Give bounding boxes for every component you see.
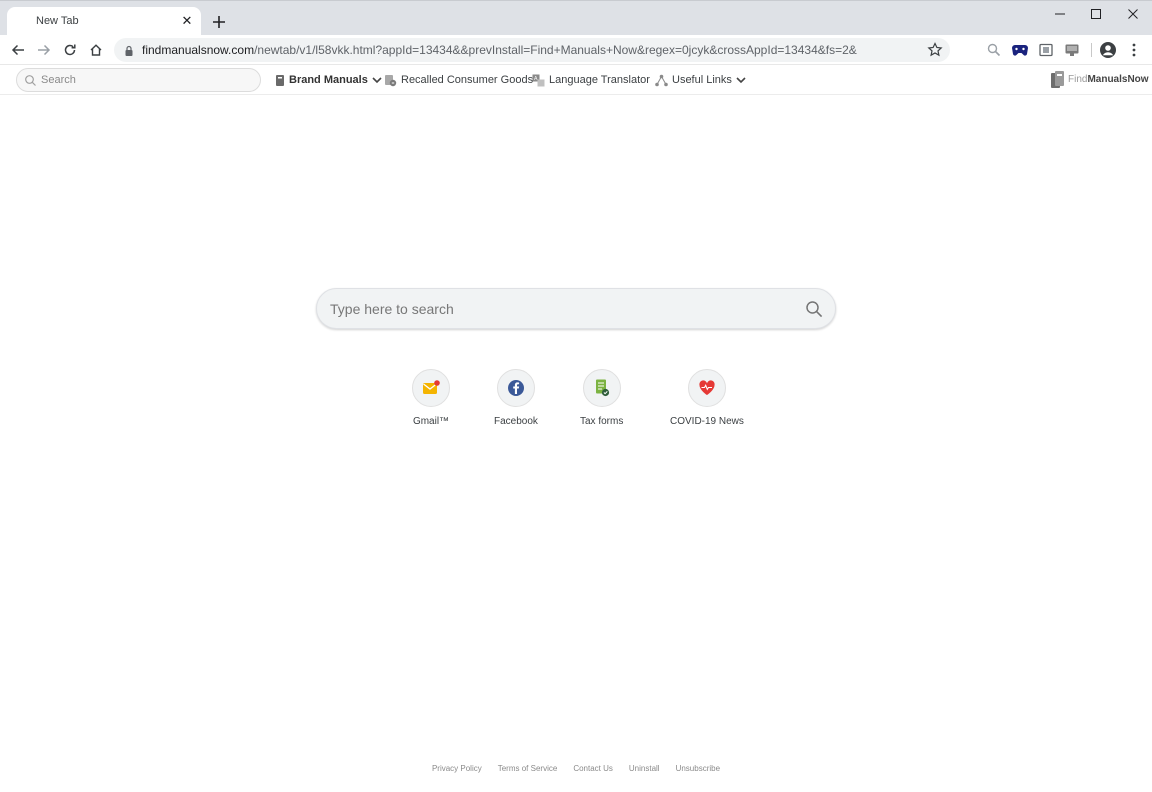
unsubscribe-link[interactable]: Unsubscribe	[676, 764, 720, 773]
toolbar-search-box	[16, 68, 261, 92]
shortcut-facebook[interactable]: Facebook	[494, 369, 538, 427]
home-icon[interactable]	[85, 39, 107, 61]
url-text: findmanualsnow.com/newtab/v1/l58vkk.html…	[142, 43, 857, 57]
chevron-down-icon	[736, 76, 746, 83]
gamepad-extension-icon[interactable]	[1011, 41, 1029, 59]
maximize-window-icon[interactable]	[1081, 4, 1111, 24]
shortcut-label: Facebook	[494, 416, 538, 427]
shortcut-covid-news[interactable]: COVID-19 News	[670, 369, 744, 427]
uninstall-link[interactable]: Uninstall	[629, 764, 660, 773]
back-arrow-icon[interactable]	[7, 39, 29, 61]
useful-links-dropdown[interactable]: Useful Links	[655, 72, 746, 88]
gmail-icon	[412, 369, 450, 407]
shortcut-label: Tax forms	[580, 416, 624, 427]
browser-menu-icon[interactable]	[1125, 41, 1143, 59]
tab-title: New Tab	[36, 15, 79, 27]
logo-text: FindManualsNow	[1068, 74, 1149, 85]
new-tab-plus-icon[interactable]	[209, 12, 229, 32]
shortcut-label: COVID-19 News	[670, 416, 744, 427]
minimize-window-icon[interactable]	[1045, 4, 1075, 24]
chevron-down-icon	[372, 76, 382, 83]
shortcut-tax-forms[interactable]: Tax forms	[580, 369, 623, 427]
brand-manuals-label: Brand Manuals	[289, 74, 368, 86]
reload-icon[interactable]	[59, 39, 81, 61]
manual-extension-icon[interactable]	[1037, 41, 1055, 59]
search-icon	[24, 74, 37, 87]
useful-links-label: Useful Links	[672, 74, 732, 86]
shortcut-gmail[interactable]: Gmail™	[412, 369, 450, 427]
logo-text-find: Find	[1068, 74, 1088, 85]
lock-icon	[123, 44, 135, 56]
tab-strip: New Tab ✕	[0, 0, 1152, 36]
recalled-consumer-goods-label: Recalled Consumer Goods	[401, 74, 534, 86]
contact-us-link[interactable]: Contact Us	[573, 764, 613, 773]
extension-toolbar: Brand Manuals Recalled Consumer Goods A …	[0, 65, 1152, 95]
toolbar-search-input[interactable]	[41, 72, 251, 88]
facebook-icon	[496, 369, 535, 407]
findmanualsnow-extension-icon[interactable]	[1063, 41, 1081, 59]
bookmark-star-icon[interactable]	[926, 41, 944, 59]
language-translator-label: Language Translator	[549, 74, 650, 86]
terms-of-service-link[interactable]: Terms of Service	[498, 764, 558, 773]
logo-text-manualsnow: ManualsNow	[1087, 74, 1149, 85]
recall-icon	[385, 74, 397, 86]
address-bar[interactable]: findmanualsnow.com/newtab/v1/l58vkk.html…	[114, 38, 950, 62]
privacy-policy-link[interactable]: Privacy Policy	[432, 764, 482, 773]
forward-arrow-icon[interactable]	[33, 39, 55, 61]
main-search-box	[316, 288, 836, 329]
main-search-input[interactable]	[330, 299, 800, 319]
url-path: /newtab/v1/l58vkk.html?appId=13434&&prev…	[254, 43, 857, 57]
shortcut-label: Gmail™	[412, 416, 450, 427]
footer-links: Privacy Policy Terms of Service Contact …	[0, 764, 1152, 773]
search-icon[interactable]	[805, 300, 823, 318]
translate-icon: A	[532, 74, 545, 86]
tax-forms-icon	[582, 369, 621, 407]
close-window-icon[interactable]	[1118, 4, 1148, 24]
recalled-consumer-goods-link[interactable]: Recalled Consumer Goods	[384, 72, 533, 88]
profile-avatar-icon[interactable]	[1099, 41, 1117, 59]
brand-manuals-dropdown[interactable]: Brand Manuals	[275, 72, 382, 88]
svg-text:A: A	[534, 76, 538, 82]
magnifier-extension-icon[interactable]	[985, 41, 1003, 59]
share-nodes-icon	[655, 74, 668, 86]
tab-new-tab[interactable]: New Tab ✕	[7, 7, 201, 36]
toolbar-divider	[1091, 43, 1092, 57]
url-domain: findmanualsnow.com	[142, 43, 255, 57]
close-tab-icon[interactable]: ✕	[179, 13, 195, 29]
language-translator-link[interactable]: A Language Translator	[532, 72, 650, 88]
manual-book-icon	[276, 74, 284, 86]
findmanualsnow-logo-icon	[1051, 71, 1064, 88]
findmanualsnow-logo[interactable]: FindManualsNow	[1050, 70, 1149, 89]
covid-news-icon	[687, 369, 726, 407]
browser-toolbar: findmanualsnow.com/newtab/v1/l58vkk.html…	[0, 35, 1152, 65]
